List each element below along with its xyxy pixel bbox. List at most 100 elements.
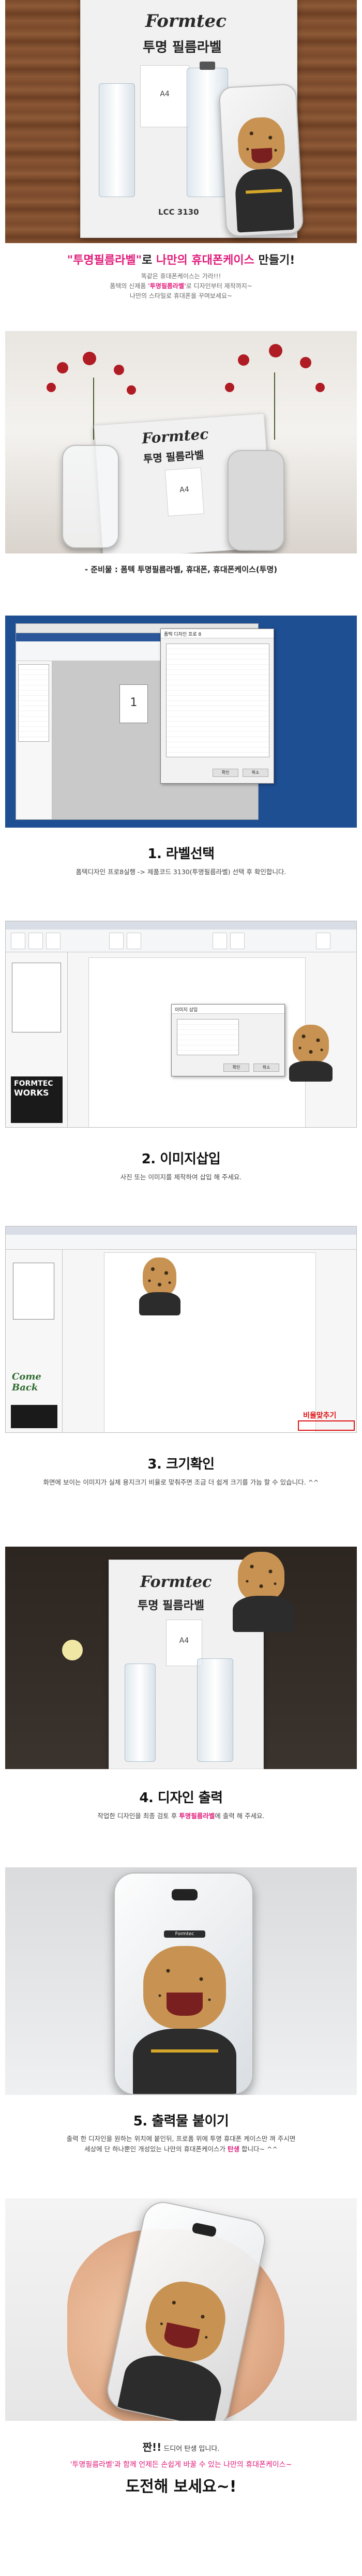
ratio-fit-highlight[interactable] xyxy=(298,1420,355,1431)
canvas-area xyxy=(63,1250,356,1432)
camera-module xyxy=(191,2222,217,2238)
flower-bloom xyxy=(315,383,325,392)
step3-description: 화면에 보이는 이미지가 실제 용지크기 비율로 맞춰주면 조금 더 쉽게 크기… xyxy=(43,1478,319,1486)
clear-case xyxy=(62,445,119,548)
step2-description: 사진 또는 이미지를 제작하여 삽입 해 주세요. xyxy=(120,1173,242,1181)
product-code: LCC 3130 xyxy=(158,207,199,217)
brand-line-2: WORKS xyxy=(14,1088,49,1098)
sheet-label: A4 xyxy=(160,90,170,98)
flowers-left xyxy=(57,1635,88,1676)
step5-desc-line-2: 세상에 단 하나뿐인 개성있는 나만의 휴대폰케이스가 탄생 합니다~ ^^ xyxy=(0,2144,362,2154)
dialog-title: 이미지 삽입 xyxy=(172,1005,284,1014)
intro-line-2-post: 로 디자인부터 제작까지~ xyxy=(186,282,252,290)
label-page[interactable] xyxy=(104,1252,316,1432)
flower-bloom xyxy=(47,383,56,392)
case-brand: Formtec xyxy=(175,1931,194,1937)
sweater-on-page[interactable] xyxy=(139,1292,180,1315)
label-select-dialog[interactable]: 폼텍 디자인 프로 8 확인 취소 xyxy=(160,628,274,784)
product-code-list[interactable] xyxy=(166,643,269,757)
step4-desc-pink: 투명필름라벨 xyxy=(179,1812,215,1820)
a4-sheet-icon: A4 xyxy=(166,1620,202,1666)
ribbon-tabs[interactable] xyxy=(6,921,356,930)
case-leopard xyxy=(143,1946,226,2029)
page-number: 1 xyxy=(130,696,138,709)
printed-leopard xyxy=(238,1552,284,1601)
case-sweater xyxy=(116,2348,226,2421)
sweater-image xyxy=(234,167,295,233)
closing-line-2: '투명필름라벨'과 함께 언제든 손쉽게 바꿀 수 있는 나만의 휴대폰케이스~ xyxy=(70,2461,292,2469)
step5-desc-line-2-post: 합니다~ ^^ xyxy=(239,2145,278,2153)
label-list-panel[interactable] xyxy=(16,661,52,819)
intro-description: 똑같은 휴대폰케이스는 가라!!! 폼텍의 신제품 '투명필름라벨'로 디자인부… xyxy=(0,272,362,301)
step3-title: 3. 크기확인 xyxy=(147,1457,215,1472)
camera-module xyxy=(172,1889,198,1900)
preview-panel: FORMTEC WORKS xyxy=(6,952,68,1127)
step1-title: 1. 라벨선택 xyxy=(147,846,215,862)
flower-bloom xyxy=(57,362,68,373)
blog-post-page: Formtec 투명 필름라벨 A4 LCC 3130 "투명필름라벨"로 나만… xyxy=(0,0,362,2576)
step5-desc-line-2-pink: 탄생 xyxy=(227,2145,239,2153)
step4-title: 4. 디자인 출력 xyxy=(139,1790,223,1806)
flower-stem xyxy=(274,372,275,440)
intro-line-2-pre: 폼텍의 신제품 xyxy=(110,282,148,290)
cancel-button[interactable]: 취소 xyxy=(243,769,268,777)
ok-button[interactable]: 확인 xyxy=(223,1064,249,1072)
flower-bloom xyxy=(127,385,136,395)
printed-sweater xyxy=(233,1596,295,1632)
phone-case-back: Formtec xyxy=(114,1873,253,2095)
brand-line-1: FORMTEC xyxy=(14,1080,53,1088)
post-title: "투명필름라벨"로 나만의 휴대폰케이스 만들기! xyxy=(0,251,362,267)
intro-line-1: 똑같은 휴대폰케이스는 가라!!! xyxy=(141,273,221,280)
ribbon-tabs[interactable] xyxy=(6,1226,356,1235)
cancel-button[interactable]: 취소 xyxy=(253,1064,279,1072)
package-logo: Formtec xyxy=(141,425,209,447)
insert-options[interactable] xyxy=(177,1019,239,1055)
step2-title: 2. 이미지삽입 xyxy=(141,1151,221,1167)
closing-line-1: 짠!! 드디어 탄생 입니다. xyxy=(0,2439,362,2454)
ribbon-button[interactable] xyxy=(127,933,141,949)
ribbon-button[interactable] xyxy=(316,933,330,949)
title-suffix: 만들기! xyxy=(254,254,295,267)
sweater-preview xyxy=(289,1061,333,1082)
bottle-right xyxy=(197,1658,233,1762)
step5-title: 5. 출력물 붙이기 xyxy=(133,2114,229,2129)
ribbon-button[interactable] xyxy=(11,933,25,949)
label-list[interactable] xyxy=(18,664,49,742)
closing-exclaim: 짠!! xyxy=(142,2441,162,2453)
materials-caption: - 준비물 : 폼텍 투명필름라벨, 휴대폰, 휴대폰케이스(투명) xyxy=(84,565,278,574)
ribbon-button[interactable] xyxy=(46,933,61,949)
brand-strip: Formtec xyxy=(164,1930,205,1938)
step3-screenshot: Come Back 비율맞추기 xyxy=(5,1226,357,1433)
step4-description: 작업한 디자인을 최종 검토 후 투명필름라벨에 출력 해 주세요. xyxy=(0,1810,362,1820)
final-photo xyxy=(5,2198,357,2421)
page-thumbnail[interactable] xyxy=(13,1263,54,1320)
flower-bloom xyxy=(269,344,282,357)
ratio-fit-label: 비율맞추기 xyxy=(303,1412,337,1420)
intro-line-2: 폼텍의 신제품 '투명필름라벨'로 디자인부터 제작까지~ xyxy=(0,281,362,291)
closing-line-3: 도전해 보세요~! xyxy=(125,2478,237,2496)
flower-bloom xyxy=(225,383,234,392)
label-page[interactable]: 1 xyxy=(119,684,148,723)
step4-desc-pre: 작업한 디자인을 최종 검토 후 xyxy=(97,1812,179,1820)
bottle-cap xyxy=(200,62,215,70)
flower-bloom xyxy=(114,365,124,375)
app-ribbon xyxy=(6,1226,356,1250)
ribbon-button[interactable] xyxy=(109,933,124,949)
brand-thumbnail: FORMTEC WORKS xyxy=(11,1076,63,1123)
ok-button[interactable]: 확인 xyxy=(213,769,238,777)
ribbon-button[interactable] xyxy=(213,933,227,949)
preview-panel: Come Back xyxy=(6,1250,63,1432)
page-thumbnail[interactable] xyxy=(12,963,61,1032)
image-insert-dialog[interactable]: 이미지 삽입 확인 취소 xyxy=(171,1004,285,1076)
step5-description: 출력 한 디자인을 원하는 위치에 붙인뒤, 프로폼 위에 투명 휴대폰 케이스… xyxy=(0,2134,362,2154)
smartphone xyxy=(228,450,284,551)
flower-bloom xyxy=(300,357,311,368)
ribbon-button[interactable] xyxy=(28,933,43,949)
materials-photo: Formtec 투명 필름라벨 A4 xyxy=(5,331,357,553)
ribbon-button[interactable] xyxy=(230,933,245,949)
leopard-on-page[interactable] xyxy=(143,1257,176,1296)
package-logo: Formtec xyxy=(140,1573,212,1591)
dialog-title: 폼텍 디자인 프로 8 xyxy=(161,629,274,638)
bottle-left xyxy=(125,1664,156,1762)
case-sweater-stripe xyxy=(151,2049,218,2053)
